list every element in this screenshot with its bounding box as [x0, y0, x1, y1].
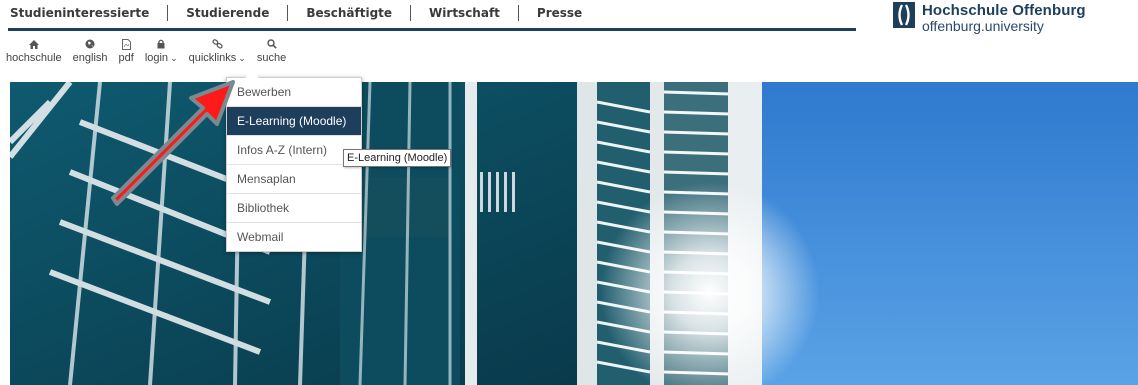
toolbar-english[interactable]: english: [73, 38, 108, 68]
toolbar-label: quicklinks ⌄: [189, 52, 246, 64]
quicklink-bibliothek[interactable]: Bibliothek: [227, 194, 361, 223]
toolbar-label: login ⌄: [145, 52, 178, 64]
toolbar-label: english: [72, 52, 108, 64]
chevron-down-icon: ⌄: [238, 53, 246, 63]
logo-domain: offenburg.university: [922, 18, 1044, 34]
lock-icon: [157, 38, 165, 50]
university-logo[interactable]: Hochschule Offenburg offenburg.universit…: [893, 2, 1086, 34]
quicklinks-label: quicklinks: [188, 52, 237, 64]
annotation-arrow-icon: [111, 80, 235, 206]
logo-mark-icon: [893, 2, 915, 28]
nav-item-studieninteressierte[interactable]: Studieninteressierte: [0, 5, 167, 21]
hover-tooltip: E-Learning (Moodle): [343, 149, 452, 167]
quicklink-webmail[interactable]: Webmail: [227, 223, 361, 251]
utility-toolbar: hochschule english pdf login ⌄ quicklinks…: [6, 38, 297, 68]
toolbar-label: suche: [256, 52, 287, 64]
toolbar-label: pdf: [118, 52, 134, 64]
quicklink-bewerben[interactable]: Bewerben: [227, 78, 361, 107]
toolbar-hochschule[interactable]: hochschule: [6, 38, 62, 68]
toolbar-label: hochschule: [6, 52, 62, 64]
chevron-down-icon: ⌄: [170, 53, 178, 63]
pdf-file-icon: [121, 38, 131, 50]
quicklinks-dropdown: Bewerben E-Learning (Moodle) Infos A-Z (…: [226, 71, 362, 252]
link-icon: [212, 38, 223, 50]
top-navigation: Studieninteressierte Studierende Beschäf…: [0, 0, 860, 26]
nav-underline: [8, 28, 856, 31]
quicklink-infos-a-z[interactable]: Infos A-Z (Intern): [227, 136, 361, 165]
search-icon: [266, 38, 277, 50]
nav-item-wirtschaft[interactable]: Wirtschaft: [411, 5, 518, 21]
quicklink-mensaplan[interactable]: Mensaplan: [227, 165, 361, 194]
globe-icon: [85, 38, 95, 50]
toolbar-pdf[interactable]: pdf: [119, 38, 134, 68]
logo-name: Hochschule Offenburg: [922, 2, 1086, 19]
home-icon: [28, 38, 39, 50]
nav-item-presse[interactable]: Presse: [519, 5, 600, 21]
login-label: login: [144, 52, 169, 64]
toolbar-login[interactable]: login ⌄: [145, 38, 178, 68]
nav-item-beschaeftigte[interactable]: Beschäftigte: [288, 5, 410, 21]
quicklink-e-learning-moodle[interactable]: E-Learning (Moodle): [227, 107, 361, 136]
nav-item-studierende[interactable]: Studierende: [168, 5, 287, 21]
dropdown-caret: [245, 71, 259, 78]
toolbar-suche[interactable]: suche: [257, 38, 286, 68]
toolbar-quicklinks[interactable]: quicklinks ⌄: [189, 38, 246, 68]
